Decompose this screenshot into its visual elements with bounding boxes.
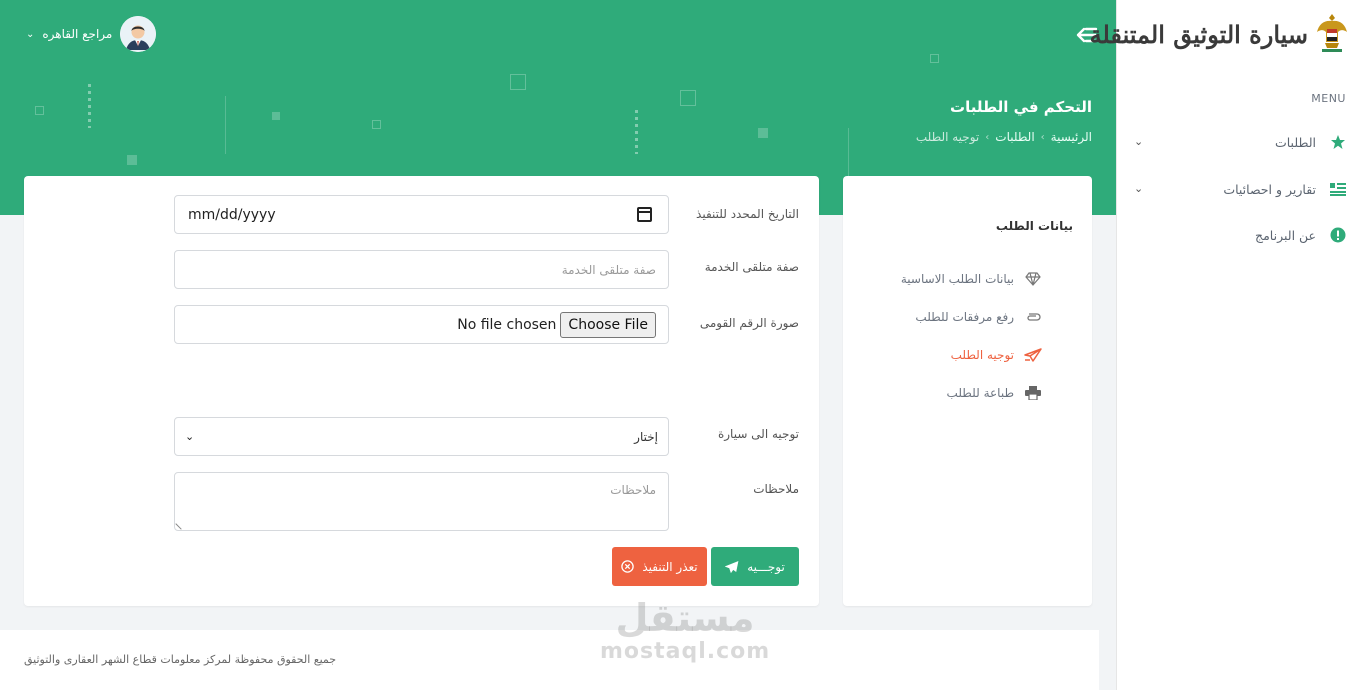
breadcrumb-separator-icon: › (1040, 131, 1045, 143)
calendar-icon[interactable] (637, 207, 652, 222)
cannot-execute-label: تعذر التنفيذ (642, 559, 698, 574)
sidebar-item-about[interactable]: عن البرنامج (1134, 220, 1348, 250)
user-name: مراجع القاهره (42, 27, 113, 41)
app-title: سيارة التوثيق المتنقلة (1089, 19, 1308, 49)
sidebar: سيارة التوثيق المتنقلة MENU الطلبات ⌄ تق… (1090, 0, 1366, 690)
route-button[interactable]: توجـــيه (711, 547, 799, 586)
date-label: التاريخ المحدد للتنفيذ (696, 207, 799, 221)
decor-square (758, 128, 768, 138)
telegram-send-icon (725, 560, 739, 573)
chevron-down-icon: ⌄ (1134, 135, 1144, 148)
egypt-eagle-logo (1317, 14, 1347, 52)
step-label: طباعة للطلب (946, 386, 1014, 400)
decor-square (272, 112, 280, 120)
decor-line (225, 96, 226, 154)
list-icon (1328, 179, 1348, 199)
step-basic-data[interactable]: بيانات الطلب الاساسية (901, 270, 1042, 288)
breadcrumb-separator-icon: › (985, 131, 990, 143)
paperclip-icon (1024, 308, 1042, 326)
chevron-down-icon: ⌄ (26, 28, 35, 40)
app-logo[interactable]: سيارة التوثيق المتنقلة (1090, 12, 1348, 56)
car-label: توجيه الى سيارة (717, 427, 799, 441)
date-value: mm/dd/yyyy (188, 206, 276, 223)
step-route-request[interactable]: توجيه الطلب (951, 346, 1042, 364)
page-title: التحكم في الطلبات (950, 98, 1092, 116)
cannot-execute-button[interactable]: تعذر التنفيذ (612, 547, 707, 586)
step-label: رفع مرفقات للطلب (915, 310, 1014, 324)
notes-label: ملاحظات (753, 482, 799, 496)
sidebar-item-label: الطلبات (1274, 134, 1316, 150)
send-icon (1024, 346, 1042, 364)
sidebar-item-label: عن البرنامج (1255, 227, 1316, 243)
route-button-label: توجـــيه (747, 559, 785, 574)
service-recipient-role-input[interactable]: صفة متلقى الخدمة (174, 250, 669, 289)
route-request-form: التاريخ المحدد للتنفيذ mm/dd/yyyy صفة مت… (24, 176, 819, 606)
footer: جميع الحقوق محفوظة لمركز معلومات قطاع ال… (0, 630, 1099, 690)
chevron-down-icon: ⌄ (1134, 182, 1144, 195)
sidebar-item-label: تقارير و احصائيات (1223, 181, 1316, 197)
file-status: No file chosen (457, 316, 557, 333)
star-icon (1328, 132, 1348, 152)
watermark-url: mostaql.com (600, 639, 771, 664)
close-circle-icon (621, 560, 635, 573)
car-selected-value: إختار (634, 429, 658, 444)
user-menu[interactable]: ⌄ مراجع القاهره (26, 16, 157, 52)
decor-dots (88, 84, 91, 128)
watermark: مستقل mostaql.com (600, 596, 770, 664)
resize-handle-icon[interactable] (175, 518, 187, 530)
choose-file-button[interactable]: Choose File (560, 311, 656, 338)
sidebar-item-reports[interactable]: تقارير و احصائيات ⌄ (1134, 174, 1348, 204)
steps-title: بيانات الطلب (995, 219, 1073, 233)
step-label: بيانات الطلب الاساسية (900, 272, 1014, 286)
decor-square (35, 106, 44, 115)
role-label: صفة متلقى الخدمة (704, 260, 799, 274)
notes-placeholder: ملاحظات (610, 483, 656, 497)
watermark-arabic: مستقل (615, 596, 755, 640)
avatar (120, 16, 157, 52)
role-placeholder: صفة متلقى الخدمة (561, 262, 656, 277)
diamond-icon (1024, 270, 1042, 288)
breadcrumb-current: توجيه الطلب (915, 130, 980, 144)
national-id-label: صورة الرقم القومى (699, 316, 799, 330)
chevron-down-icon: ⌄ (185, 430, 195, 443)
decor-square (372, 120, 381, 129)
decor-dots (635, 110, 638, 154)
decor-square (127, 155, 137, 165)
execution-date-input[interactable]: mm/dd/yyyy (174, 195, 669, 234)
breadcrumb: الرئيسية › الطلبات › توجيه الطلب (916, 130, 1092, 144)
car-select[interactable]: ⌄ إختار (174, 417, 669, 456)
menu-heading: MENU (1311, 92, 1346, 105)
breadcrumb-requests[interactable]: الطلبات (995, 130, 1034, 144)
request-steps-card: بيانات الطلب بيانات الطلب الاساسية رفع م… (843, 176, 1092, 606)
decor-square (510, 74, 526, 90)
copyright-text: جميع الحقوق محفوظة لمركز معلومات قطاع ال… (24, 653, 337, 666)
decor-square (680, 90, 696, 106)
step-attachments[interactable]: رفع مرفقات للطلب (915, 308, 1042, 326)
decor-line (848, 128, 849, 178)
notes-textarea[interactable]: ملاحظات (174, 472, 669, 531)
decor-square (930, 54, 939, 63)
breadcrumb-home[interactable]: الرئيسية (1051, 130, 1092, 144)
step-label: توجيه الطلب (950, 348, 1014, 362)
print-icon (1024, 384, 1042, 402)
sidebar-item-requests[interactable]: الطلبات ⌄ (1134, 127, 1348, 157)
national-id-file-input[interactable]: No file chosen Choose File (174, 305, 669, 344)
info-icon (1328, 225, 1348, 245)
step-print[interactable]: طباعة للطلب (947, 384, 1042, 402)
